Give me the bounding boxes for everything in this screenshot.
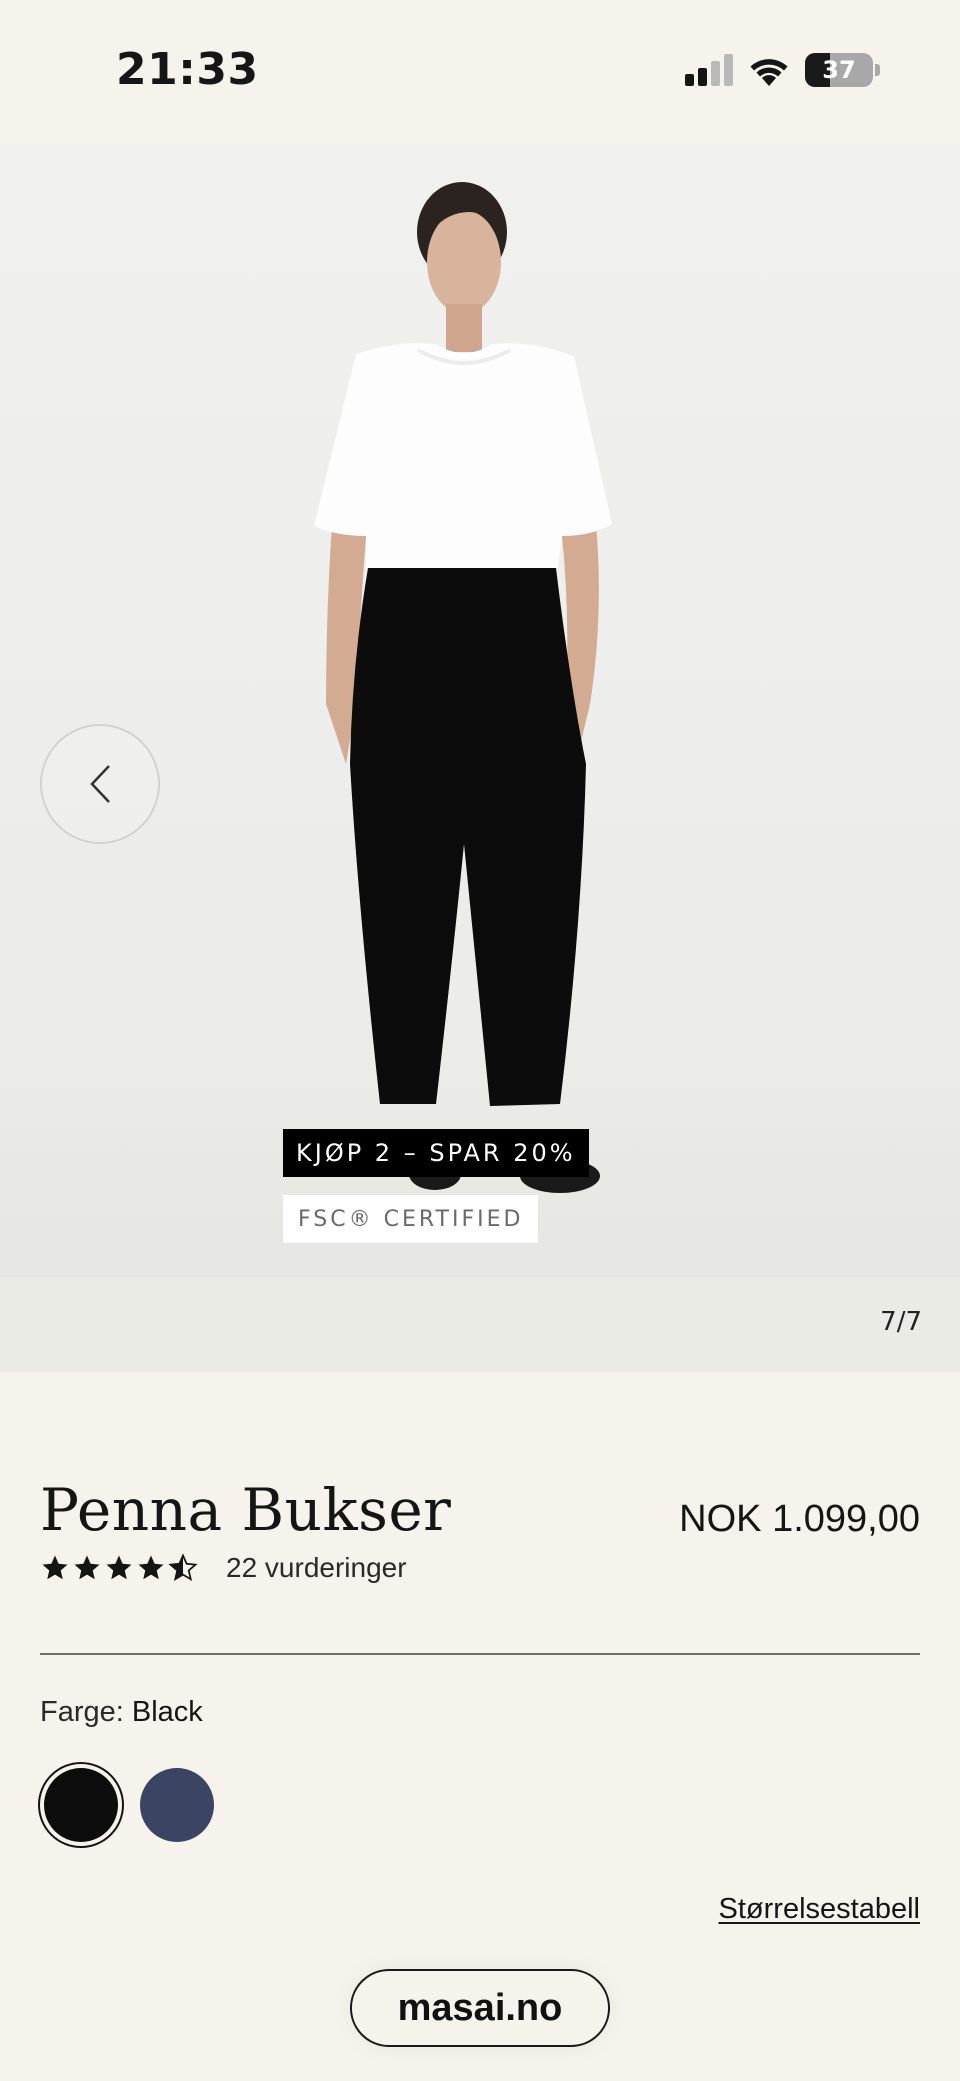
star-icon <box>106 1555 132 1580</box>
product-image-gallery[interactable]: KJØP 2 – SPAR 20% FSC® CERTIFIED <box>0 144 960 1277</box>
review-count[interactable]: 22 vurderinger <box>226 1552 407 1584</box>
browser-url-bar[interactable]: masai.no <box>350 1969 610 2047</box>
star-icon <box>138 1555 164 1580</box>
status-time: 21:33 <box>116 44 259 95</box>
color-swatches <box>38 1762 214 1848</box>
battery-level: 37 <box>822 56 856 84</box>
selected-color-value: Black <box>131 1696 203 1728</box>
swatch-black[interactable] <box>44 1768 118 1842</box>
product-title: Penna Bukser <box>40 1476 452 1544</box>
status-icons: 37 <box>685 50 880 90</box>
previous-image-button[interactable] <box>40 724 160 844</box>
star-icon <box>74 1555 100 1580</box>
signal-icon <box>685 54 733 86</box>
swatch-black-selected[interactable] <box>38 1762 124 1848</box>
chevron-left-icon <box>90 765 110 803</box>
color-label: Farge: Black <box>40 1696 203 1729</box>
promo-badge: KJØP 2 – SPAR 20% <box>283 1129 589 1177</box>
star-icon <box>42 1555 68 1580</box>
color-label-prefix: Farge: <box>40 1696 124 1728</box>
battery-icon: 37 <box>805 53 873 87</box>
product-price: NOK 1.099,00 <box>679 1498 920 1540</box>
half-star-icon <box>168 1553 198 1582</box>
divider <box>40 1653 920 1655</box>
battery-nub <box>875 64 880 76</box>
rating-row[interactable]: 22 vurderinger <box>40 1552 407 1584</box>
rating-stars <box>40 1553 198 1583</box>
swatch-navy[interactable] <box>140 1768 214 1842</box>
image-counter-strip: 7/7 <box>0 1277 960 1372</box>
size-chart-link[interactable]: Størrelsestabell <box>719 1893 920 1926</box>
fsc-badge: FSC® CERTIFIED <box>283 1195 539 1243</box>
status-bar: 21:33 37 <box>0 0 960 144</box>
product-photo <box>314 182 612 1193</box>
wifi-icon <box>750 59 788 86</box>
image-counter: 7/7 <box>880 1307 922 1337</box>
